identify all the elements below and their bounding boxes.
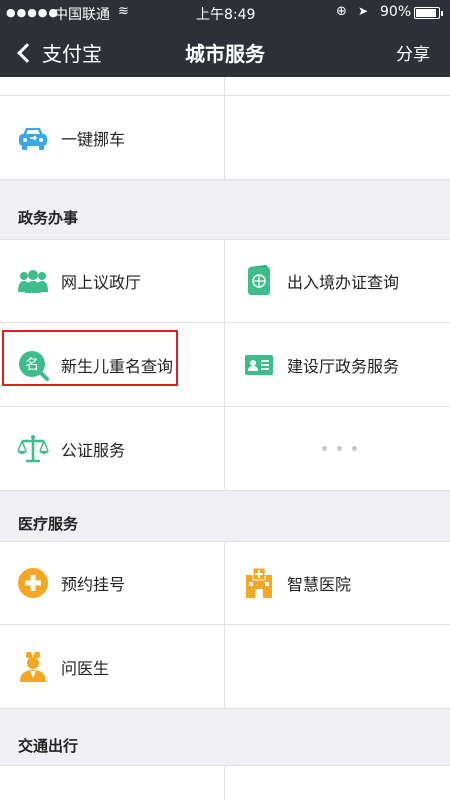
svg-text:名: 名 bbox=[25, 357, 39, 373]
grid-row: 名 新生儿重名查询 建设厅政务服务 bbox=[0, 323, 450, 407]
more-dots-icon[interactable] bbox=[322, 407, 357, 490]
section-title: 医疗服务 bbox=[18, 515, 79, 533]
section-header-government: 政务办事 bbox=[0, 181, 450, 239]
battery-fill bbox=[416, 9, 436, 17]
battery-icon bbox=[414, 7, 443, 19]
grid-row-partial bbox=[0, 765, 450, 800]
section-header-transport: 交通出行 bbox=[0, 709, 450, 765]
service-label: 一键挪车 bbox=[61, 129, 126, 149]
service-label: 公证服务 bbox=[61, 440, 126, 460]
service-label: 问医生 bbox=[61, 658, 110, 678]
header: ●●●●● 中国联通 ≋ 上午8:49 ⊕ ➤ 90% 支付宝 城市服务 分享 bbox=[0, 0, 450, 77]
service-entry-exit[interactable]: 出入境办证查询 bbox=[225, 240, 449, 322]
divider bbox=[224, 96, 225, 179]
passport-icon bbox=[243, 265, 275, 297]
service-transport-2[interactable] bbox=[225, 766, 449, 800]
service-smart-hospital[interactable]: 智慧医院 bbox=[225, 542, 449, 624]
section-title: 政务办事 bbox=[18, 209, 79, 227]
grid-row: 网上议政厅 出入境办证查询 bbox=[0, 239, 450, 323]
service-label: 网上议政厅 bbox=[61, 273, 142, 292]
service-construction[interactable]: 建设厅政务服务 bbox=[225, 323, 449, 406]
wifi-icon: ≋ bbox=[118, 4, 129, 19]
grid-row: 预约挂号 智慧医院 bbox=[0, 541, 450, 625]
carrier-name: 中国联通 bbox=[54, 7, 110, 23]
name-badge-icon: 名 bbox=[17, 349, 49, 381]
service-transport-1[interactable] bbox=[0, 766, 224, 800]
doctor-icon bbox=[17, 651, 49, 683]
rotation-lock-icon: ⊕ bbox=[336, 4, 347, 19]
grid-row-partial bbox=[0, 77, 450, 96]
services-list[interactable]: 一键挪车 政务办事 网上议政厅 出入境办证查询 名 新生儿重名查询 建设厅政务服… bbox=[0, 77, 450, 800]
service-label: 出入境办证查询 bbox=[287, 273, 400, 292]
section-header-medical: 医疗服务 bbox=[0, 487, 450, 545]
service-label: 建设厅政务服务 bbox=[287, 356, 400, 376]
section-title: 交通出行 bbox=[18, 737, 79, 755]
people-group-icon bbox=[17, 265, 49, 297]
hospital-icon bbox=[243, 567, 275, 599]
grid-row: 公证服务 bbox=[0, 407, 450, 491]
service-notary[interactable]: 公证服务 bbox=[0, 407, 224, 490]
service-label: 智慧医院 bbox=[287, 575, 352, 594]
service-move-car[interactable]: 一键挪车 bbox=[0, 96, 224, 179]
divider bbox=[224, 77, 225, 95]
scales-icon bbox=[17, 433, 49, 465]
share-button[interactable]: 分享 bbox=[396, 40, 430, 65]
grid-row: 一键挪车 bbox=[0, 96, 450, 180]
status-bar: ●●●●● 中国联通 ≋ 上午8:49 ⊕ ➤ 90% bbox=[0, 0, 450, 24]
nav-bar: 支付宝 城市服务 分享 bbox=[0, 26, 450, 76]
divider bbox=[224, 625, 225, 708]
battery-percent: 90% bbox=[380, 4, 412, 20]
service-label: 新生儿重名查询 bbox=[61, 356, 174, 376]
id-card-icon bbox=[243, 349, 275, 381]
car-icon bbox=[17, 122, 49, 154]
service-online-hall[interactable]: 网上议政厅 bbox=[0, 240, 224, 322]
divider bbox=[224, 407, 225, 490]
service-ask-doctor[interactable]: 问医生 bbox=[0, 625, 224, 708]
status-time: 上午8:49 bbox=[196, 7, 256, 23]
service-appointment[interactable]: 预约挂号 bbox=[0, 542, 224, 624]
signal-strength-icon: ●●●●● bbox=[6, 6, 59, 19]
service-newborn-name[interactable]: 名 新生儿重名查询 bbox=[0, 323, 224, 406]
page-title: 城市服务 bbox=[185, 42, 265, 66]
medical-cross-icon bbox=[17, 567, 49, 599]
grid-row: 问医生 bbox=[0, 625, 450, 709]
service-label: 预约挂号 bbox=[61, 575, 126, 594]
location-icon: ➤ bbox=[358, 4, 369, 18]
